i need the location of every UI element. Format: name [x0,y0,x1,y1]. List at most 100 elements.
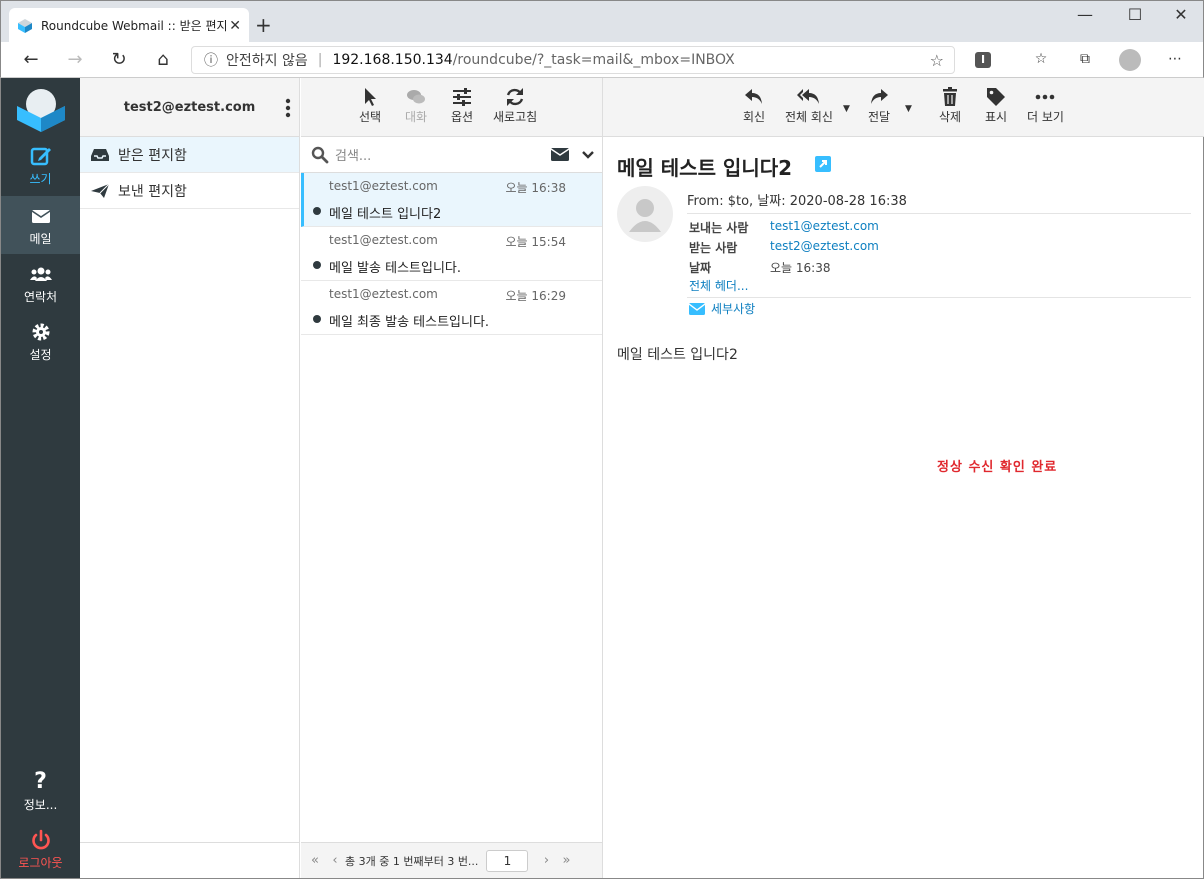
select-button[interactable]: 선택 [359,86,381,125]
forward-label: 전달 [868,110,891,124]
folder-inbox-label: 받은 편지함 [118,147,187,164]
forward-dropdown-icon[interactable]: ▼ [905,104,912,114]
tab-title: Roundcube Webmail :: 받은 편지함 [41,19,227,33]
nav-about[interactable]: ? 정보... [1,762,80,820]
envelope-icon [689,302,705,315]
threads-label: 대화 [405,110,428,124]
favorite-star-icon[interactable]: ☆ [930,51,944,70]
forward-button[interactable]: 전달 [868,86,890,125]
next-page-icon[interactable]: › [536,853,556,868]
sender-avatar [617,186,673,242]
last-page-icon[interactable]: » [556,853,576,868]
tag-icon [987,88,1006,106]
chevron-down-icon[interactable] [582,150,594,160]
more-dots-icon [1036,94,1055,100]
url-host: 192.168.150.134 [332,52,453,68]
reply-button[interactable]: 회신 [743,86,765,125]
nav-compose[interactable]: 쓰기 [1,136,80,194]
details-toggle[interactable]: 세부사항 [689,300,755,317]
compose-icon [30,147,51,166]
recipient-link[interactable]: test2@eztest.com [770,239,879,253]
folder-panel: test2@eztest.com 받은 편지함 보낸 편지함 [80,78,300,878]
reload-icon[interactable]: ↻ [107,49,131,71]
message-body: 메일 테스트 입니다2 [617,347,738,363]
question-icon: ? [34,769,47,794]
reply-all-dropdown-icon[interactable]: ▼ [843,104,850,114]
forward-icon[interactable]: → [63,49,87,71]
reply-all-label: 전체 회신 [785,110,833,124]
url-separator: | [317,52,323,68]
reply-all-button[interactable]: 전체 회신 [785,86,833,125]
comments-icon [407,90,426,104]
favorites-icon[interactable]: ☆ [1031,51,1051,71]
search-bar[interactable]: 검색... [301,137,602,173]
nav-mail[interactable]: 메일 [1,196,80,254]
nav-compose-label: 쓰기 [29,172,52,186]
recipient-label: 받는 사람 [689,241,738,255]
collections-icon[interactable]: ⧉ [1075,51,1095,71]
gear-icon [32,323,49,341]
unread-dot-icon [313,207,321,215]
more-menu-icon[interactable]: ⋯ [1165,51,1185,71]
forward-icon [871,89,889,104]
nav-contacts-label: 연락처 [23,290,58,304]
threads-button[interactable]: 대화 [405,86,427,125]
nav-logout[interactable]: 로그아웃 [1,820,80,878]
message-toolbar: 회신 전체 회신 ▼ 전달 ▼ 삭제 표시 더 보기 [603,78,1204,137]
minimize-icon[interactable]: — [1065,5,1105,24]
back-icon[interactable]: ← [19,49,43,71]
browser-tab[interactable]: Roundcube Webmail :: 받은 편지함 ✕ [9,8,249,43]
sender-link[interactable]: test1@eztest.com [770,219,879,233]
maximize-icon[interactable]: ☐ [1115,5,1155,24]
first-page-icon[interactable]: « [305,853,325,868]
new-tab-button[interactable]: + [255,13,272,37]
window-close-icon[interactable]: ✕ [1161,5,1201,24]
more-label: 더 보기 [1027,110,1064,124]
inbox-icon [91,148,109,161]
reply-icon [745,89,763,104]
nav-contacts[interactable]: 연락처 [1,254,80,312]
all-headers-link[interactable]: 전체 헤더... [689,277,748,294]
home-icon[interactable]: ⌂ [151,49,175,71]
roundcube-app: 쓰기 메일 연락처 설정 ? 정보... 로그아웃 test2@eztest.c… [0,78,1204,879]
more-button[interactable]: 더 보기 [1027,86,1064,125]
message-row[interactable]: test1@eztest.com 오늘 15:54 메일 발송 테스트입니다. [301,227,602,281]
tab-close-icon[interactable]: ✕ [229,18,241,34]
header-divider [687,213,1191,214]
message-row[interactable]: test1@eztest.com 오늘 16:29 메일 최종 발송 테스트입니… [301,281,602,335]
trash-icon [943,87,958,106]
open-external-icon[interactable] [815,156,831,172]
nav-settings-label: 설정 [29,348,52,362]
envelope-filter-icon[interactable] [551,148,569,162]
header-divider [687,297,1191,298]
main-navigation: 쓰기 메일 연락처 설정 ? 정보... 로그아웃 [1,78,80,878]
browser-titlebar: Roundcube Webmail :: 받은 편지함 ✕ + — ☐ ✕ [0,0,1204,43]
message-subject: 메일 최종 발송 테스트입니다. [329,315,490,330]
list-toolbar: 선택 대화 옵션 새로고침 [301,78,602,137]
options-button[interactable]: 옵션 [451,86,473,125]
folder-sent[interactable]: 보낸 편지함 [80,173,299,209]
address-bar[interactable]: ⓘ 안전하지 않음 | 192.168.150.134 /roundcube/?… [191,46,955,74]
page-number-input[interactable]: 1 [486,849,529,872]
message-from: test1@eztest.com [329,287,438,301]
nav-settings[interactable]: 설정 [1,312,80,370]
kebab-menu-icon[interactable] [285,98,291,118]
sender-label: 보내는 사람 [689,221,749,235]
prev-page-icon[interactable]: ‹ [325,853,345,868]
nav-about-label: 정보... [23,798,58,812]
unread-dot-icon [313,315,321,323]
info-icon[interactable]: ⓘ [204,50,218,70]
pagination-count: 총 3개 중 1 번째부터 3 번... [345,854,479,868]
message-from-summary: From: $to, 날짜: 2020-08-28 16:38 [687,194,907,209]
extension-icon[interactable]: I [975,52,991,68]
list-pagination: « ‹ 총 3개 중 1 번째부터 3 번... 1 › » [301,842,602,878]
refresh-button[interactable]: 새로고침 [493,86,537,125]
date-value: 오늘 16:38 [770,261,831,275]
delete-button[interactable]: 삭제 [939,86,961,125]
search-input[interactable]: 검색... [335,145,371,164]
folder-inbox[interactable]: 받은 편지함 [80,137,299,173]
message-row[interactable]: test1@eztest.com 오늘 16:38 메일 테스트 입니다2 [301,173,602,227]
folder-header: test2@eztest.com [80,78,299,137]
mark-button[interactable]: 표시 [985,86,1007,125]
profile-avatar-icon[interactable] [1119,49,1141,71]
